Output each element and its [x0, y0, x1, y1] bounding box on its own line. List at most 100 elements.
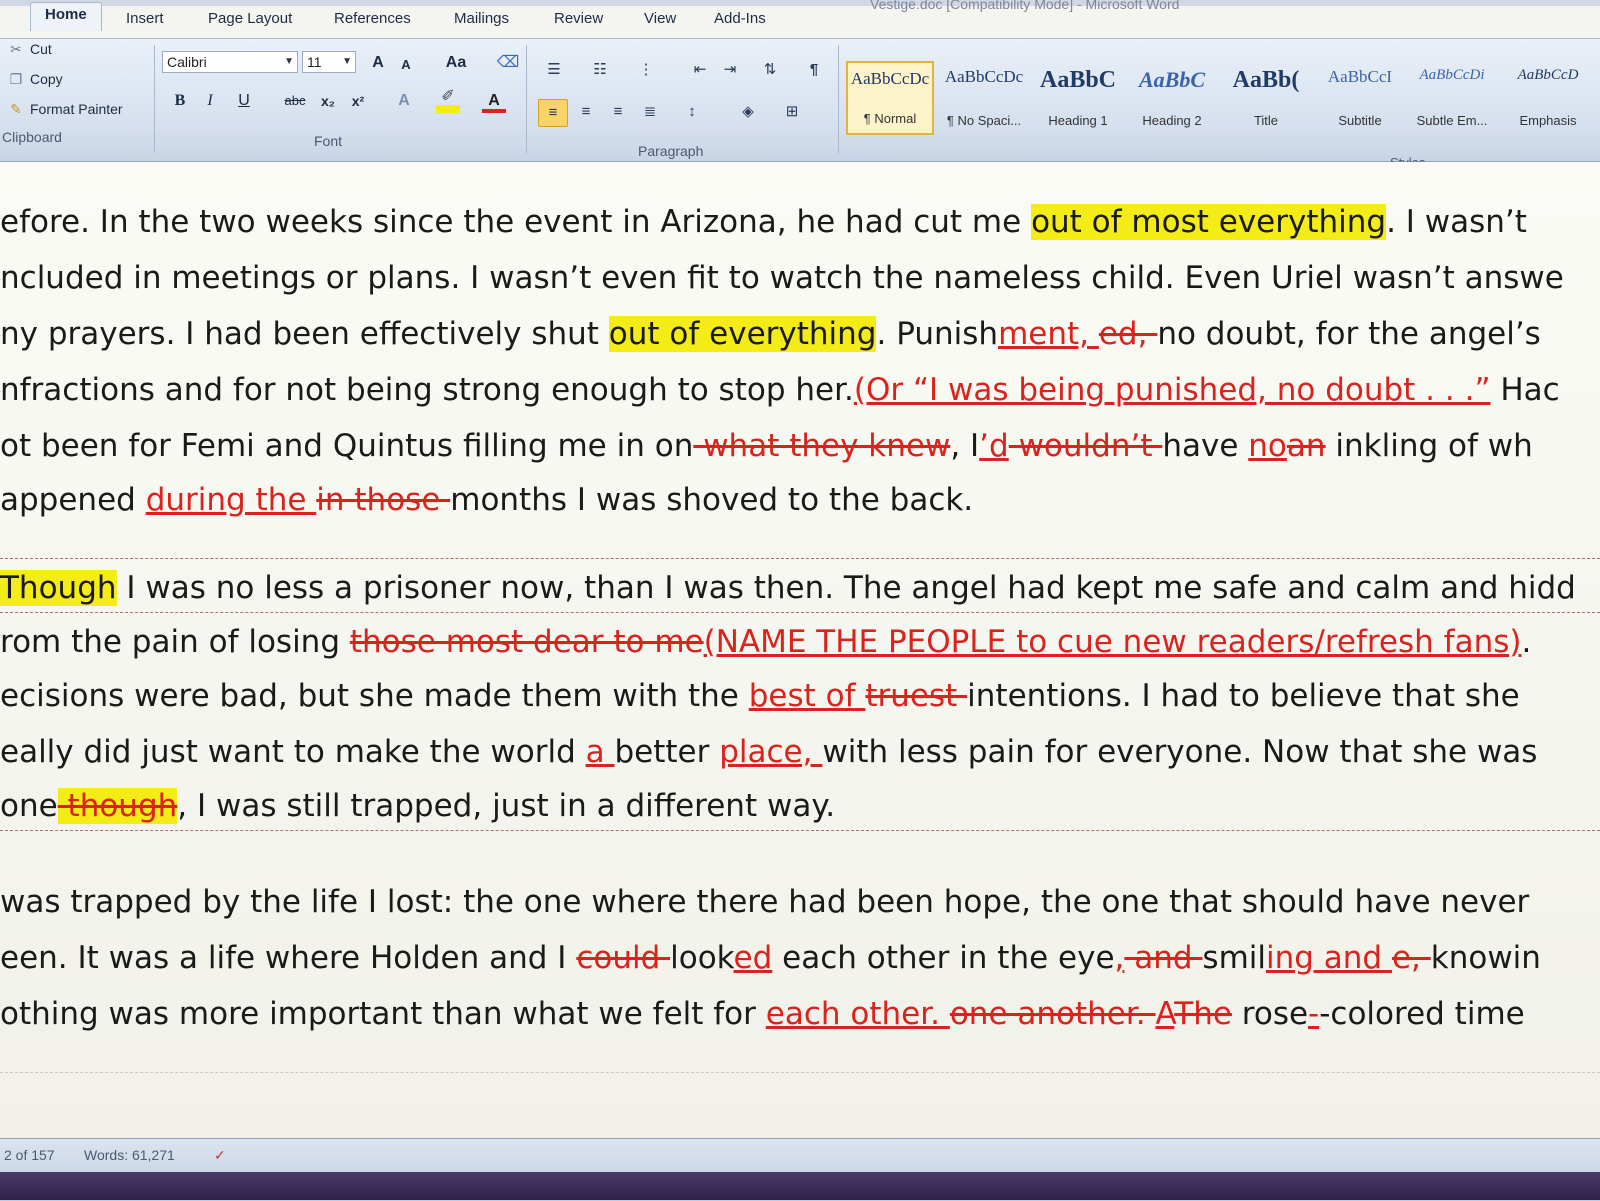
- highlighter-icon[interactable]: ✐: [436, 85, 460, 109]
- grow-font-button[interactable]: A: [366, 51, 390, 75]
- font-color-button[interactable]: A: [482, 89, 506, 113]
- tab-references[interactable]: References: [334, 10, 411, 27]
- cut-label: Cut: [30, 41, 52, 57]
- text-run: Hac: [1490, 372, 1560, 408]
- deleted-text: in those: [316, 482, 451, 518]
- bullets-icon[interactable]: ☰: [540, 57, 568, 83]
- paragraph-divider: [0, 612, 1600, 613]
- underline-button[interactable]: U: [232, 89, 256, 113]
- inserted-text: each other.: [765, 996, 950, 1032]
- text-run: -colored time: [1319, 996, 1525, 1032]
- style-preview: AaBbC: [1039, 67, 1117, 93]
- deleted-text: one another.: [949, 996, 1156, 1032]
- inserted-text: ,: [1114, 940, 1125, 976]
- style-heading-2[interactable]: AaBbC Heading 2: [1128, 61, 1216, 135]
- page-margin-line: [0, 1072, 1600, 1073]
- format-painter-button[interactable]: ✎ Format Painter: [8, 101, 122, 118]
- borders-icon[interactable]: ⊞: [778, 99, 806, 125]
- style-name: Emphasis: [1519, 113, 1577, 128]
- show-formatting-button[interactable]: ¶: [800, 57, 828, 83]
- text-effects-icon[interactable]: A: [392, 89, 416, 113]
- scissors-icon: ✂: [10, 41, 22, 57]
- style-no-spacing[interactable]: AaBbCcDc ¶ No Spaci...: [940, 61, 1028, 135]
- doc-line: one though, I was still trapped, just in…: [0, 788, 835, 824]
- inserted-text: (Or “I was being punished, no doubt . . …: [853, 372, 1491, 408]
- style-name: Heading 2: [1142, 113, 1202, 128]
- deleted-text: those most dear to me: [349, 624, 704, 660]
- shrink-font-button[interactable]: A: [394, 53, 418, 77]
- style-preview: AaBb(: [1232, 67, 1300, 93]
- style-subtitle[interactable]: AaBbCcI Subtitle: [1316, 61, 1404, 135]
- word-count[interactable]: Words: 61,271: [84, 1147, 175, 1163]
- text-run: ecisions were bad, but she made them wit…: [0, 678, 749, 714]
- style-name: Heading 1: [1048, 113, 1108, 128]
- proofing-icon[interactable]: ✓: [214, 1147, 226, 1164]
- bold-button[interactable]: B: [168, 89, 192, 113]
- copy-icon: ❐: [9, 71, 23, 87]
- sort-icon[interactable]: ⇅: [756, 57, 784, 83]
- text-run: rom the pain of losing: [0, 624, 350, 660]
- copy-button[interactable]: ❐ Copy: [8, 71, 63, 88]
- tab-insert[interactable]: Insert: [126, 10, 164, 27]
- deleted-highlighted-text: though: [57, 788, 178, 824]
- style-preview: AaBbCcD: [1517, 67, 1579, 83]
- numbering-icon[interactable]: ☷: [586, 57, 614, 83]
- superscript-button[interactable]: x²: [346, 89, 370, 113]
- inserted-text: ed: [733, 940, 773, 976]
- align-left-icon[interactable]: ≡: [538, 99, 568, 127]
- style-name: Subtle Em...: [1416, 113, 1488, 128]
- decrease-indent-icon[interactable]: ⇤: [686, 57, 714, 83]
- strikethrough-button[interactable]: abc: [280, 89, 310, 113]
- justify-icon[interactable]: ≣: [636, 99, 664, 125]
- style-heading-1[interactable]: AaBbC Heading 1: [1034, 61, 1122, 135]
- text-run: no doubt, for the angel’s: [1157, 316, 1541, 352]
- style-subtle-emphasis[interactable]: AaBbCcDi Subtle Em...: [1408, 61, 1496, 135]
- doc-line: rom the pain of losing those most dear t…: [0, 624, 1531, 660]
- tab-home[interactable]: Home: [30, 2, 102, 31]
- style-preview: AaBbCcDc: [944, 67, 1024, 86]
- subscript-button[interactable]: x₂: [316, 89, 340, 113]
- paragraph-divider: [0, 558, 1600, 559]
- page-counter[interactable]: 2 of 157: [4, 1147, 55, 1163]
- copy-label: Copy: [30, 71, 63, 87]
- style-normal[interactable]: AaBbCcDc ¶ Normal: [846, 61, 934, 135]
- font-size-combo[interactable]: 11 ▼: [302, 51, 356, 73]
- tab-page-layout[interactable]: Page Layout: [208, 10, 292, 27]
- ribbon: ✂ Cut ❐ Copy ✎ Format Painter Clipboard Cal…: [0, 38, 1600, 170]
- multilevel-list-icon[interactable]: ⋮: [632, 57, 660, 83]
- style-name: ¶ No Spaci...: [946, 113, 1022, 128]
- font-name-combo[interactable]: Calibri ▼: [162, 51, 298, 73]
- increase-indent-icon[interactable]: ⇥: [716, 57, 744, 83]
- clear-formatting-icon[interactable]: ⌫: [496, 51, 520, 75]
- style-name: ¶ Normal: [863, 111, 917, 126]
- deleted-text: truest: [865, 678, 968, 714]
- text-run: ny prayers. I had been effectively shut: [0, 316, 609, 352]
- tab-view[interactable]: View: [644, 10, 676, 27]
- text-run: inkling of wh: [1325, 428, 1533, 464]
- style-preview: AaBbCcI: [1327, 67, 1393, 86]
- doc-line: ncluded in meetings or plans. I wasn’t e…: [0, 260, 1564, 296]
- tab-add-ins[interactable]: Add-Ins: [714, 10, 766, 27]
- style-preview: AaBbCcDc: [850, 69, 930, 88]
- font-size-value: 11: [307, 54, 322, 70]
- cut-button[interactable]: ✂ Cut: [8, 41, 52, 58]
- deleted-text: what they knew: [693, 428, 951, 464]
- shading-icon[interactable]: ◈: [734, 99, 762, 125]
- text-run: , I was still trapped, just in a differe…: [177, 788, 836, 824]
- ribbon-tabs: Home Insert Page Layout References Maili…: [0, 0, 1600, 40]
- tab-mailings[interactable]: Mailings: [454, 10, 509, 27]
- text-run: look: [670, 940, 734, 976]
- font-group-label: Font: [314, 133, 343, 149]
- deleted-text: The: [1174, 996, 1232, 1032]
- align-center-icon[interactable]: ≡: [572, 99, 600, 125]
- document-page[interactable]: efore. In the two weeks since the event …: [0, 162, 1600, 1147]
- change-case-button[interactable]: Aa: [440, 51, 472, 75]
- italic-button[interactable]: I: [198, 89, 222, 113]
- text-run: appened: [0, 482, 146, 518]
- style-emphasis[interactable]: AaBbCcD Emphasis: [1498, 61, 1598, 135]
- style-preview: AaBbCcDi: [1419, 67, 1485, 83]
- style-title[interactable]: AaBb( Title: [1222, 61, 1310, 135]
- align-right-icon[interactable]: ≡: [604, 99, 632, 125]
- tab-review[interactable]: Review: [554, 10, 603, 27]
- line-spacing-icon[interactable]: ↕: [678, 99, 706, 125]
